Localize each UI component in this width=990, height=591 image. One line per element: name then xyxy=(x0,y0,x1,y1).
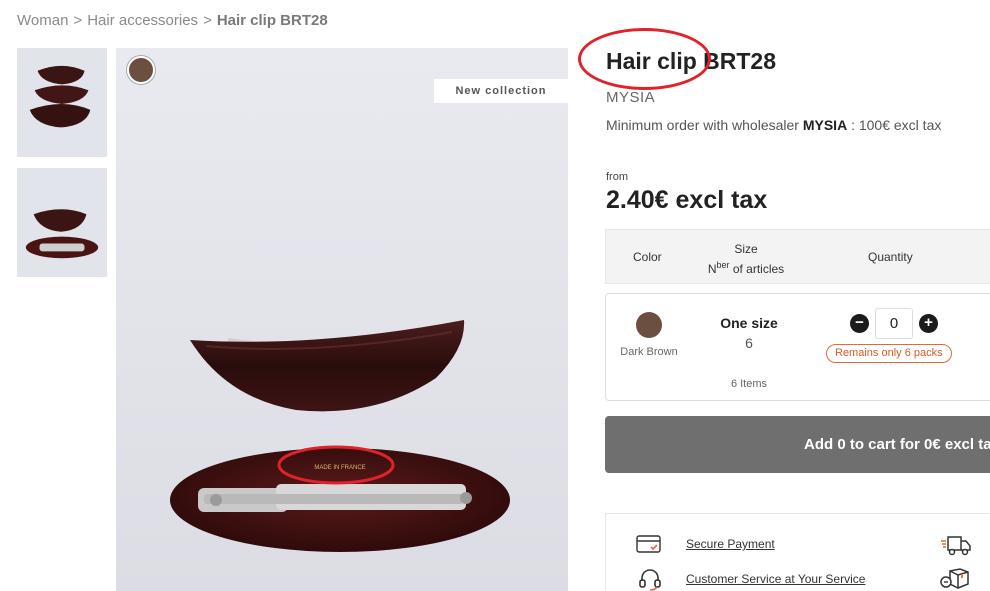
breadcrumb-separator: > xyxy=(203,12,212,29)
variant-row: Dark Brown One size 6 6 Items − + Remain… xyxy=(605,293,990,401)
customer-service-link[interactable]: Customer Service at Your Service xyxy=(686,572,865,586)
delivery-truck-icon xyxy=(941,536,971,556)
header-color: Color xyxy=(633,250,662,264)
header-size-label: Size xyxy=(734,242,758,256)
add-to-cart-label: Add 0 to cart for 0€ excl tax xyxy=(804,436,990,453)
variant-table-header: Color Size Nber of articles Quantity xyxy=(605,229,990,284)
made-in-france-stamp: MADE IN FRANCE xyxy=(314,465,365,471)
brand-name[interactable]: MYSIA xyxy=(606,89,655,106)
variant-color-swatch xyxy=(636,312,662,338)
color-swatch-overlay[interactable] xyxy=(127,56,155,84)
min-order-brand: MYSIA xyxy=(802,117,848,133)
thumbnail-1-image xyxy=(18,49,106,156)
reassurance-box: Secure Payment Customer Service at Your … xyxy=(605,513,990,591)
stock-remaining-badge: Remains only 6 packs xyxy=(826,344,952,363)
add-to-cart-button[interactable]: Add 0 to cart for 0€ excl tax xyxy=(605,416,990,473)
quantity-input[interactable] xyxy=(875,308,913,339)
product-price: 2.40€ excl tax xyxy=(606,186,768,214)
min-order-suffix: : 100€ excl tax xyxy=(851,117,942,133)
min-order-prefix: Minimum order with wholesaler xyxy=(606,117,799,133)
breadcrumb: Woman > Hair accessories > Hair clip BRT28 xyxy=(17,12,328,29)
variant-size: One size xyxy=(720,315,778,331)
thumbnail-1[interactable] xyxy=(17,48,107,157)
breadcrumb-hair-accessories[interactable]: Hair accessories xyxy=(87,12,198,29)
quantity-decrease-button[interactable]: − xyxy=(850,314,869,333)
secure-payment-link[interactable]: Secure Payment xyxy=(686,537,775,551)
variant-article-count: 6 xyxy=(745,335,753,351)
card-icon xyxy=(636,535,661,553)
price-from-label: from xyxy=(606,171,628,183)
headset-icon xyxy=(639,569,661,591)
thumbnail-2-image xyxy=(18,169,106,276)
quantity-increase-button[interactable]: + xyxy=(919,314,938,333)
breadcrumb-woman[interactable]: Woman xyxy=(17,12,68,29)
thumbnail-2[interactable] xyxy=(17,168,107,277)
product-photo: MADE IN FRANCE xyxy=(116,48,568,591)
product-title: Hair clip BRT28 xyxy=(606,48,776,74)
header-size: Size Nber of articles xyxy=(701,241,791,277)
breadcrumb-current: Hair clip BRT28 xyxy=(216,12,328,29)
header-number-of-articles: Nber of articles xyxy=(707,260,785,276)
breadcrumb-separator: > xyxy=(73,12,83,29)
variant-color-name: Dark Brown xyxy=(620,346,678,358)
new-collection-badge: New collection xyxy=(434,79,568,103)
header-quantity: Quantity xyxy=(868,250,913,264)
minimum-order-note: Minimum order with wholesaler MYSIA : 10… xyxy=(606,117,941,133)
package-return-icon xyxy=(940,568,969,589)
variant-items: 6 Items xyxy=(730,378,768,390)
main-product-image: MADE IN FRANCE New collection xyxy=(116,48,568,591)
